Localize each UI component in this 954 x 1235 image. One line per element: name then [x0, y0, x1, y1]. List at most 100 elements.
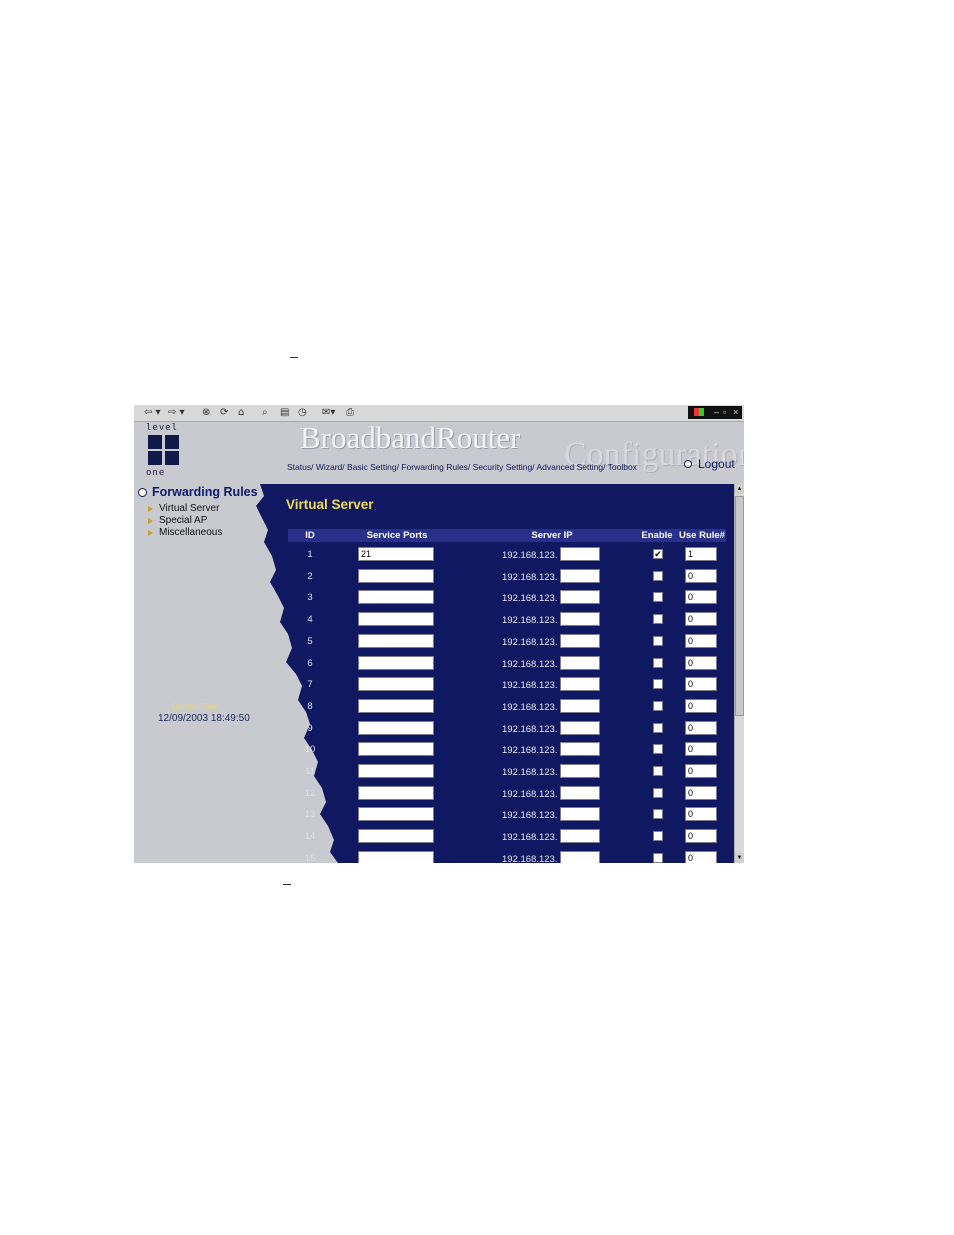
server-ip-input[interactable]: [560, 742, 600, 757]
server-ip-input[interactable]: [560, 698, 600, 713]
service-port-input[interactable]: [358, 612, 434, 627]
scroll-up-icon[interactable]: ▲: [735, 484, 744, 494]
server-ip-input[interactable]: [560, 850, 600, 863]
server-ip-input[interactable]: [560, 568, 600, 583]
enable-checkbox[interactable]: [653, 592, 663, 603]
server-ip-input[interactable]: [560, 590, 600, 605]
service-port-input[interactable]: 21: [358, 547, 434, 561]
row-id: 14: [304, 831, 316, 843]
enable-checkbox[interactable]: ✔: [653, 549, 663, 559]
server-ip-input[interactable]: [560, 807, 600, 822]
service-port-input[interactable]: [358, 698, 434, 713]
use-rule-input[interactable]: 1: [685, 547, 717, 561]
enable-checkbox[interactable]: [653, 831, 663, 842]
use-rule-input[interactable]: 0: [685, 633, 717, 648]
page-mark-bottom: [283, 884, 291, 885]
row-id: 7: [307, 679, 313, 691]
ip-prefix: 192.168.123.: [502, 723, 558, 735]
service-port-input[interactable]: [358, 742, 434, 757]
use-rule-input[interactable]: 0: [685, 698, 717, 713]
use-rule-input[interactable]: 0: [685, 612, 717, 627]
stop-icon[interactable]: ⊗: [202, 406, 210, 419]
sidebar-item-label: Virtual Server: [159, 503, 220, 514]
vertical-scrollbar[interactable]: ▲ ▼: [734, 484, 744, 863]
server-ip-input[interactable]: [560, 677, 600, 692]
service-port-input[interactable]: [358, 785, 434, 800]
server-ip-input[interactable]: [560, 785, 600, 800]
sidebar-item-miscellaneous[interactable]: Miscellaneous: [148, 527, 222, 538]
service-port-input[interactable]: [358, 655, 434, 670]
minimize-button[interactable]: –: [714, 406, 719, 419]
row-id: 1: [307, 549, 313, 560]
service-port-input[interactable]: [358, 807, 434, 822]
top-menu[interactable]: Status/ Wizard/ Basic Setting/ Forwardin…: [287, 462, 637, 472]
window-controls: – ▫ ×: [688, 406, 742, 419]
use-rule-input[interactable]: 0: [685, 655, 717, 670]
use-rule-input[interactable]: 0: [685, 742, 717, 757]
service-port-input[interactable]: [358, 720, 434, 735]
use-rule-input[interactable]: 0: [685, 677, 717, 692]
search-icon[interactable]: ⌕: [262, 406, 268, 419]
server-ip-input[interactable]: [560, 612, 600, 627]
service-port-input[interactable]: [358, 633, 434, 648]
forward-icon[interactable]: ⇨ ▾: [168, 406, 185, 419]
enable-checkbox[interactable]: [653, 570, 663, 581]
server-ip-input[interactable]: [560, 720, 600, 735]
logo-text-bottom: one: [146, 468, 166, 478]
table-row: 10 192.168.123. 0: [288, 740, 726, 761]
sidebar-item-special-ap[interactable]: Special AP: [148, 515, 207, 526]
server-ip-input[interactable]: [560, 764, 600, 778]
use-rule-input[interactable]: 0: [685, 850, 717, 863]
enable-checkbox[interactable]: [653, 852, 663, 863]
triangle-bullet-icon: [148, 517, 153, 524]
ip-prefix: 192.168.123.: [502, 593, 558, 605]
row-id: 3: [307, 592, 313, 604]
column-header-server-ip: Server IP: [531, 530, 573, 541]
enable-checkbox[interactable]: [653, 809, 663, 820]
use-rule-input[interactable]: 0: [685, 568, 717, 583]
enable-checkbox[interactable]: [653, 787, 663, 798]
server-ip-input[interactable]: [560, 547, 600, 561]
use-rule-input[interactable]: 0: [685, 720, 717, 735]
use-rule-input[interactable]: 0: [685, 764, 717, 778]
service-port-input[interactable]: [358, 590, 434, 605]
enable-checkbox[interactable]: [653, 635, 663, 646]
server-ip-input[interactable]: [560, 655, 600, 670]
row-id: 10: [304, 744, 316, 756]
enable-checkbox[interactable]: [653, 657, 663, 668]
enable-checkbox[interactable]: [653, 744, 663, 755]
enable-checkbox[interactable]: [653, 614, 663, 625]
sidebar-title[interactable]: Forwarding Rules: [138, 485, 258, 499]
enable-checkbox[interactable]: [653, 700, 663, 711]
logout-link[interactable]: Logout: [684, 457, 735, 471]
mail-icon[interactable]: ✉▾: [322, 406, 335, 419]
service-port-input[interactable]: [358, 568, 434, 583]
server-ip-input[interactable]: [560, 633, 600, 648]
table-row: 14 192.168.123. 0: [288, 827, 726, 848]
refresh-icon[interactable]: ⟳: [220, 406, 228, 419]
service-port-input[interactable]: [358, 764, 434, 778]
server-ip-input[interactable]: [560, 829, 600, 844]
home-icon[interactable]: ⌂: [238, 406, 244, 419]
enable-checkbox[interactable]: [653, 722, 663, 733]
history-icon[interactable]: ◷: [298, 406, 307, 419]
enable-checkbox[interactable]: [653, 679, 663, 690]
use-rule-input[interactable]: 0: [685, 829, 717, 844]
back-icon[interactable]: ⇦ ▾: [144, 406, 161, 419]
use-rule-input[interactable]: 0: [685, 807, 717, 822]
favorites-icon[interactable]: ▤: [280, 406, 289, 419]
scroll-down-icon[interactable]: ▼: [735, 853, 744, 863]
print-icon[interactable]: ⎙: [346, 406, 354, 419]
close-button[interactable]: ×: [733, 406, 738, 419]
maximize-button[interactable]: ▫: [723, 406, 726, 419]
service-port-input[interactable]: [358, 829, 434, 844]
sidebar-item-virtual-server[interactable]: Virtual Server: [148, 503, 219, 514]
service-port-input[interactable]: [358, 677, 434, 692]
use-rule-input[interactable]: 0: [685, 785, 717, 800]
row-id: 4: [307, 614, 313, 626]
enable-checkbox[interactable]: [653, 766, 663, 776]
scrollbar-thumb[interactable]: [735, 496, 744, 716]
use-rule-input[interactable]: 0: [685, 590, 717, 605]
service-port-input[interactable]: [358, 850, 434, 863]
ip-prefix: 192.168.123.: [502, 832, 558, 844]
